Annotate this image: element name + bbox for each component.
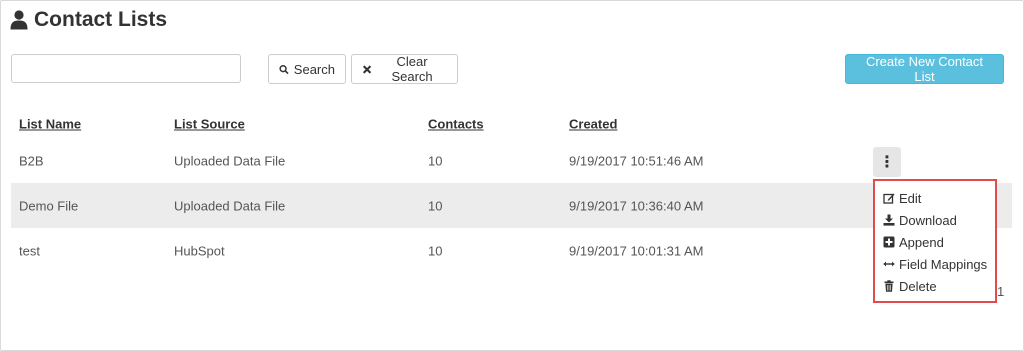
column-header-created[interactable]: Created bbox=[569, 117, 617, 132]
menu-item-label: Append bbox=[899, 234, 944, 250]
contacts-cell: 10 bbox=[428, 198, 443, 213]
menu-item-append[interactable]: Append bbox=[875, 231, 995, 253]
create-contact-list-button[interactable]: Create New Contact List bbox=[845, 54, 1004, 84]
column-header-list-name[interactable]: List Name bbox=[19, 117, 81, 132]
search-button[interactable]: Search bbox=[268, 54, 346, 84]
row-actions-button[interactable]: ⋮ bbox=[873, 147, 901, 177]
row-actions-menu: Edit Download Append Field Mappings Dele… bbox=[873, 179, 997, 303]
menu-item-field-mappings[interactable]: Field Mappings bbox=[875, 253, 995, 275]
table-row[interactable]: B2B Uploaded Data File 10 9/19/2017 10:5… bbox=[11, 138, 1012, 183]
menu-item-label: Edit bbox=[899, 190, 922, 206]
created-cell: 9/19/2017 10:51:46 AM bbox=[569, 153, 704, 168]
table-row[interactable]: Demo File Uploaded Data File 10 9/19/201… bbox=[11, 183, 1012, 228]
pagination-page-number[interactable]: 1 bbox=[997, 284, 1004, 299]
plus-square-icon bbox=[883, 236, 895, 248]
search-button-label: Search bbox=[293, 61, 335, 77]
edit-icon bbox=[883, 193, 895, 204]
menu-item-label: Field Mappings bbox=[899, 256, 988, 272]
menu-item-label: Download bbox=[899, 212, 957, 228]
created-cell: 9/19/2017 10:01:31 AM bbox=[569, 243, 704, 258]
search-input[interactable] bbox=[11, 54, 241, 83]
trash-icon bbox=[884, 280, 894, 292]
kebab-vertical-icon: ⋮ bbox=[879, 154, 895, 171]
arrows-horizontal-icon bbox=[883, 261, 895, 267]
close-icon bbox=[362, 64, 372, 74]
menu-item-edit[interactable]: Edit bbox=[875, 187, 995, 209]
contacts-cell: 10 bbox=[428, 153, 443, 168]
list-source-cell: Uploaded Data File bbox=[174, 198, 286, 213]
download-icon bbox=[883, 214, 895, 226]
page-title-text: Contact Lists bbox=[34, 8, 168, 31]
table-header-row: List Name List Source Contacts Created bbox=[11, 110, 1012, 138]
column-header-contacts[interactable]: Contacts bbox=[428, 117, 484, 132]
contact-lists-table: List Name List Source Contacts Created B… bbox=[11, 110, 1012, 273]
clear-search-button-label: Clear Search bbox=[391, 54, 433, 84]
contacts-cell: 10 bbox=[428, 243, 443, 258]
created-cell: 9/19/2017 10:36:40 AM bbox=[569, 198, 704, 213]
menu-item-delete[interactable]: Delete bbox=[875, 275, 995, 297]
page-title: Contact Lists bbox=[10, 8, 167, 32]
clear-search-button[interactable]: Clear Search bbox=[351, 54, 458, 84]
table-row[interactable]: test HubSpot 10 9/19/2017 10:01:31 AM bbox=[11, 228, 1012, 273]
list-name-cell: B2B bbox=[19, 153, 44, 168]
list-name-cell: test bbox=[19, 243, 40, 258]
create-contact-list-label: Create New Contact List bbox=[865, 54, 984, 84]
search-icon bbox=[279, 64, 289, 74]
list-source-cell: HubSpot bbox=[174, 243, 225, 258]
user-icon bbox=[10, 10, 28, 30]
menu-item-download[interactable]: Download bbox=[875, 209, 995, 231]
menu-item-label: Delete bbox=[899, 278, 937, 294]
list-name-cell: Demo File bbox=[19, 198, 79, 213]
column-header-list-source[interactable]: List Source bbox=[174, 117, 245, 132]
list-source-cell: Uploaded Data File bbox=[174, 153, 286, 168]
